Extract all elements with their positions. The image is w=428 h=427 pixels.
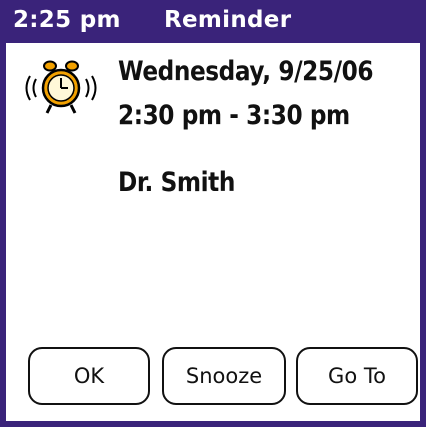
title-time: 2:25 pm: [13, 7, 121, 33]
event-date: Wednesday, 9/25/06: [118, 56, 374, 87]
event-title: Dr. Smith: [118, 167, 235, 198]
frame-right-border: [420, 43, 426, 427]
frame-bottom-border: [0, 421, 426, 427]
title-text: Reminder: [164, 7, 292, 33]
ok-button[interactable]: OK: [28, 347, 150, 405]
frame-left-border: [0, 43, 6, 427]
snooze-button[interactable]: Snooze: [162, 347, 286, 405]
go-to-button[interactable]: Go To: [296, 347, 418, 405]
title-bar: 2:25 pm Reminder: [0, 0, 426, 43]
event-time-range: 2:30 pm - 3:30 pm: [118, 100, 350, 131]
alarm-clock-ringing-icon: [25, 60, 97, 114]
reminder-dialog: 2:25 pm Reminder Wednesday, 9/25/06 2:30…: [0, 0, 428, 427]
